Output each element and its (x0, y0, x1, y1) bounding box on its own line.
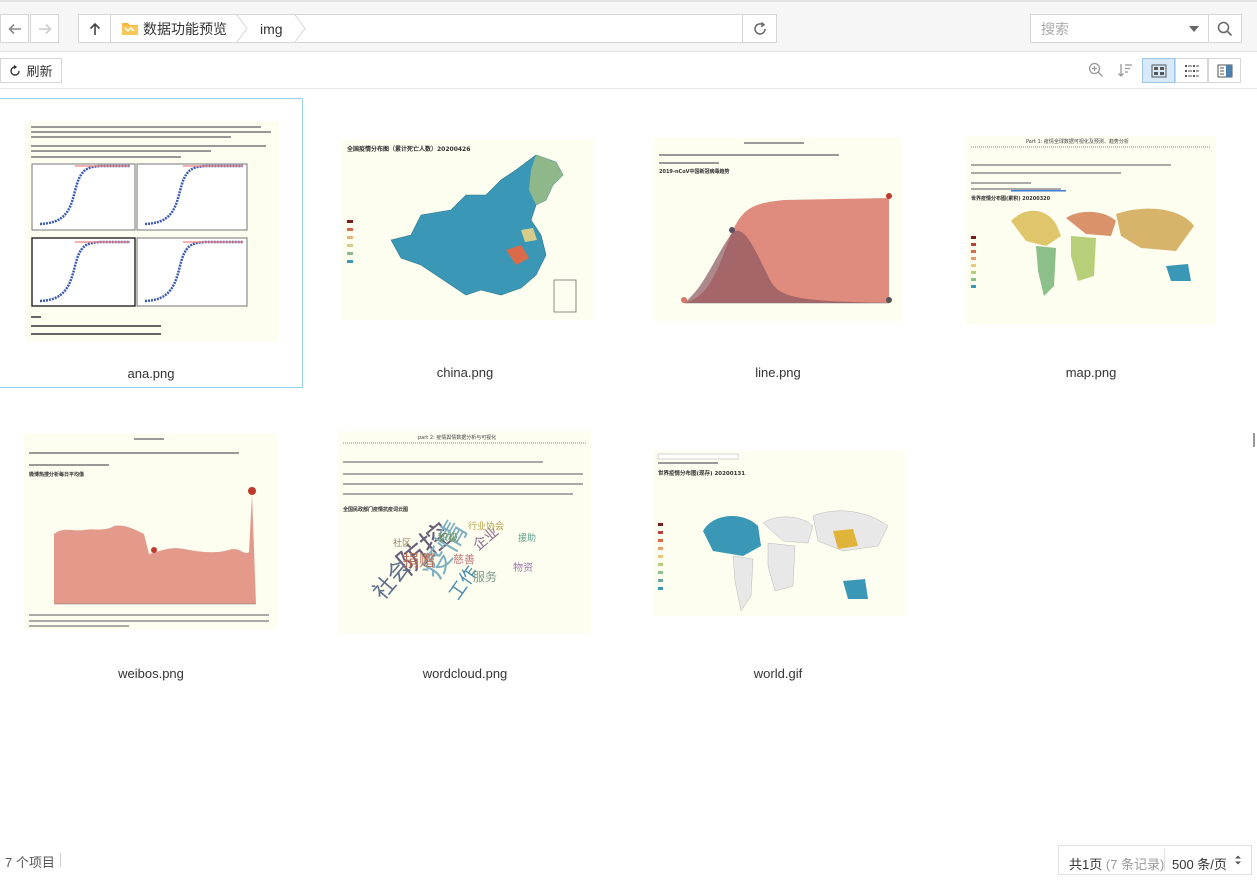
file-name: line.png (755, 365, 801, 380)
refresh-label: 刷新 (26, 64, 53, 79)
file-tile[interactable]: 世界疫情分布图(现存) 20200131 world.gif (626, 400, 930, 690)
word-item: 援助 (518, 532, 536, 544)
thumb-title: 全国疫情分布图（累计死亡人数）20200426 (346, 145, 470, 153)
thumb-subtitle: 世界疫情分布图(累积) 20200320 (971, 195, 1051, 202)
thumb-title: Part 1: 疫情全球数据可视化及预测、趋势分析 (1026, 138, 1129, 145)
search-input[interactable] (1031, 15, 1181, 42)
resize-handle[interactable] (1253, 433, 1255, 447)
refresh-icon (10, 64, 21, 76)
thumbnail-image: 世界疫情分布图(现存) 20200131 (653, 451, 906, 616)
search-box (1030, 14, 1242, 43)
sort-button[interactable] (1115, 60, 1135, 80)
path-bar: 数据功能预览 img (78, 14, 777, 43)
grid-view-icon (1151, 64, 1166, 77)
word-item: 社区 (393, 537, 411, 549)
breadcrumb-separator (294, 15, 306, 42)
thumbnail-image: 微博热搜分析每日平均值 (24, 434, 278, 629)
file-tile[interactable]: 微博热搜分析每日平均值 weibos.png (0, 400, 303, 690)
word-item: 行业协会 (468, 520, 504, 532)
arrow-right-icon (38, 23, 52, 34)
sort-icon (1118, 64, 1132, 77)
item-count: 7 个项目 (5, 855, 55, 870)
search-button[interactable] (1208, 15, 1241, 42)
file-tile[interactable]: ana.png (0, 98, 303, 388)
file-name: ana.png (127, 366, 175, 381)
arrow-left-icon (7, 23, 21, 34)
thumbnail-image: part 2: 疫情舆情数据分析与可视化 全国民政部门疫情抗疫词云图 防控 疫情… (338, 431, 591, 634)
zoom-in-icon (1088, 62, 1103, 77)
address-bar: 数据功能预览 img (0, 2, 1257, 52)
per-page-value: 500 条/页 (1172, 857, 1227, 872)
page-count: 共1页 (1069, 857, 1103, 872)
file-name: map.png (1065, 365, 1117, 380)
thumb-title: 微博热搜分析每日平均值 (28, 471, 84, 478)
thumb-header: part 2: 疫情舆情数据分析与可视化 (418, 434, 496, 441)
word-item: 捐赠 (403, 551, 435, 570)
view-list-button[interactable] (1175, 58, 1208, 83)
file-tile[interactable]: Part 1: 疫情全球数据可视化及预测、趋势分析 世界疫情分布图(累积) 20… (939, 98, 1243, 388)
thumb-title: 全国民政部门疫情抗疫词云图 (342, 506, 408, 513)
back-button[interactable] (0, 14, 29, 43)
file-name: china.png (436, 365, 494, 380)
status-divider (60, 853, 61, 867)
breadcrumb-label: img (260, 20, 283, 37)
word-item: 物资 (513, 561, 533, 574)
file-tile[interactable]: 全国疫情分布图（累计死亡人数）20200426 china.png (313, 98, 617, 388)
file-name: world.gif (753, 666, 803, 681)
file-tile[interactable]: part 2: 疫情舆情数据分析与可视化 全国民政部门疫情抗疫词云图 防控 疫情… (313, 400, 617, 690)
zoom-button[interactable] (1086, 60, 1106, 80)
thumbnail-image: 2019-nCoV中国新冠病毒趋势 (654, 138, 902, 321)
file-name: wordcloud.png (422, 666, 508, 681)
thumbnail-image (25, 121, 279, 341)
arrow-up-icon (89, 22, 100, 35)
word-item: 服务 (473, 569, 497, 584)
list-view-icon (1184, 64, 1199, 77)
breadcrumb-separator (236, 15, 248, 42)
per-page-select[interactable]: 500 条/页 (1164, 849, 1248, 872)
chevron-down-icon[interactable] (1189, 26, 1199, 32)
view-large-icons-button[interactable] (1142, 58, 1175, 83)
up-button[interactable] (79, 15, 111, 42)
path-refresh-button[interactable] (742, 15, 776, 42)
toolbar: 刷新 (0, 53, 1257, 89)
forward-button[interactable] (30, 14, 59, 43)
thumbnail-image: 全国疫情分布图（累计死亡人数）20200426 (341, 140, 593, 320)
view-preview-pane-button[interactable] (1208, 58, 1241, 83)
page-info: 共1页 (7 条记录) (1069, 854, 1164, 873)
search-icon (1217, 21, 1233, 36)
spinner-arrows-icon (1235, 855, 1241, 865)
reload-icon (753, 21, 766, 35)
breadcrumb-item[interactable]: 数据功能预览 (121, 15, 227, 42)
record-count: (7 条记录) (1105, 857, 1165, 872)
word-item: 积极 (438, 531, 458, 544)
breadcrumb-label: 数据功能预览 (143, 20, 227, 37)
preview-pane-icon (1217, 64, 1232, 77)
refresh-button[interactable]: 刷新 (0, 58, 62, 83)
folder-icon (122, 23, 138, 35)
pagination: 共1页 (7 条记录) 500 条/页 (1058, 845, 1252, 875)
thumb-title: 世界疫情分布图(现存) 20200131 (658, 469, 745, 477)
word-item: 慈善 (453, 552, 475, 566)
thumb-title: 2019-nCoV中国新冠病毒趋势 (659, 168, 730, 175)
file-name: weibos.png (118, 666, 184, 681)
thumbnail-image: Part 1: 疫情全球数据可视化及预测、趋势分析 世界疫情分布图(累积) 20… (966, 136, 1216, 324)
file-tile[interactable]: 2019-nCoV中国新冠病毒趋势 line.png (626, 98, 930, 388)
breadcrumb-item[interactable]: img (260, 15, 283, 42)
